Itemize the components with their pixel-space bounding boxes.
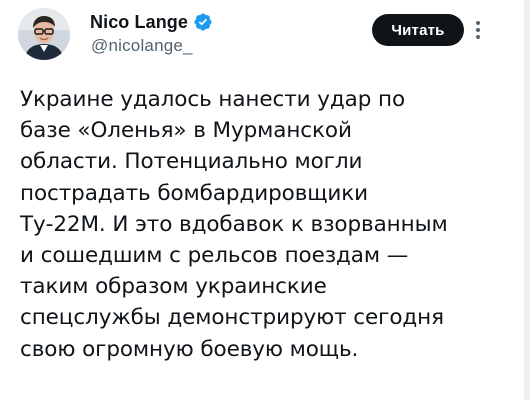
tweet-text-line: спецслужбы демонстрируют сегодня (20, 305, 444, 331)
tweet-card: Nico Lange @nicolange_ Читать Украине уд… (0, 0, 530, 400)
author-handle[interactable]: @nicolange_ (91, 36, 193, 56)
more-options-button[interactable] (466, 12, 490, 48)
tweet-screenshot: Nico Lange @nicolange_ Читать Украине уд… (0, 0, 530, 400)
tweet-text-line: Украине удалось нанести удар по (20, 87, 406, 112)
tweet-text-line: области. Потенциально могли (20, 149, 363, 175)
tweet-text-line: и сошедшим с рельсов поездам — (20, 243, 409, 269)
avatar[interactable] (18, 8, 70, 60)
right-edge-border (524, 0, 530, 400)
more-options-icon (476, 21, 480, 39)
follow-button[interactable]: Читать (372, 14, 464, 46)
tweet-text-line: свою огромную боевую мощь. (20, 336, 359, 362)
tweet-text-line: пострадать бомбардировщики (20, 180, 369, 206)
tweet-text-line: базе «Оленья» в Мурманской (20, 118, 352, 144)
avatar-photo-icon (18, 8, 70, 60)
author-display-name[interactable]: Nico Lange (90, 12, 188, 33)
author-name-row: Nico Lange (90, 10, 213, 34)
tweet-text-line: таким образом украинские (20, 274, 327, 300)
tweet-text: Украине удалось нанести удар по базе «Ол… (20, 84, 520, 365)
verified-badge-icon (193, 12, 213, 32)
tweet-text-line: Ту-22М. И это вдобавок к взорванным (20, 211, 448, 237)
